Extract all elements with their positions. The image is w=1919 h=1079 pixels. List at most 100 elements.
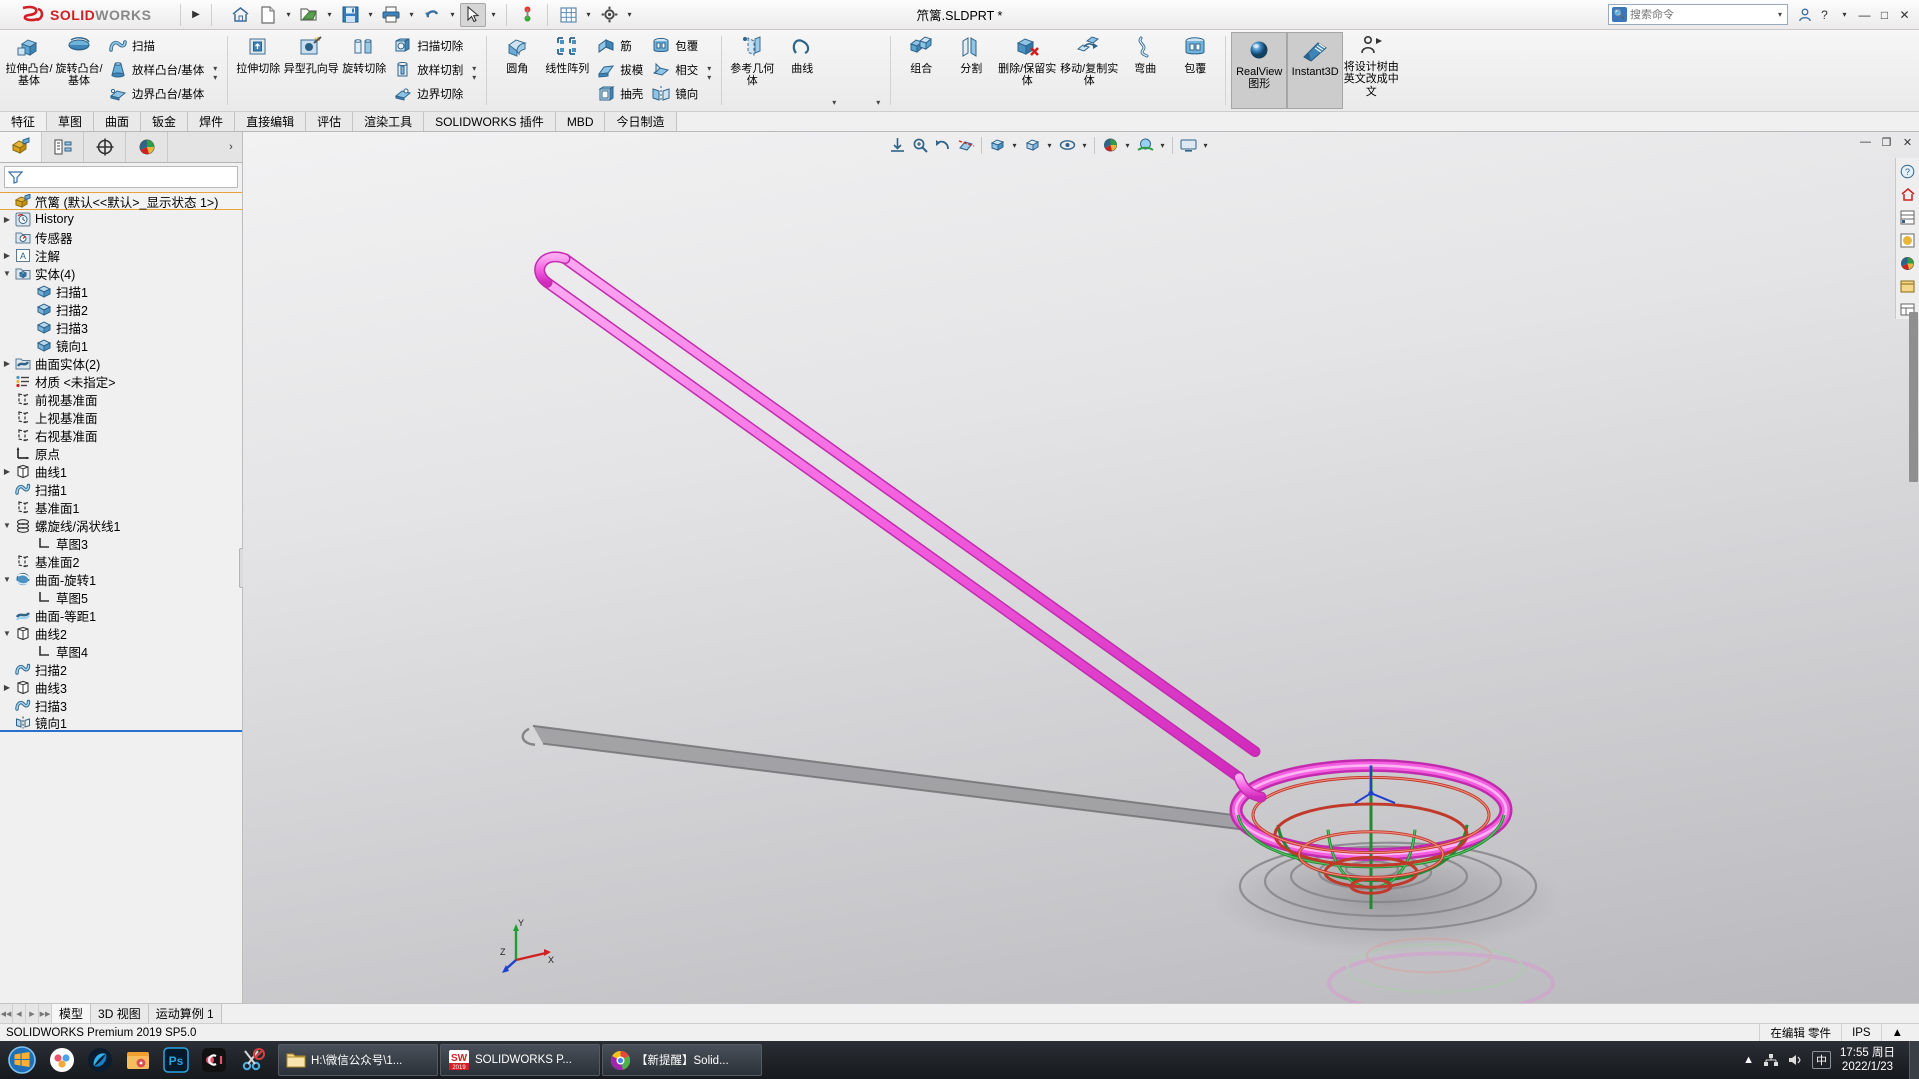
boundary-boss-base-button[interactable]: 边界凸台/基体 [104,82,208,106]
tree-item-15[interactable]: 扫描1 [0,480,242,498]
feature-tree-filter[interactable] [4,166,238,188]
reference-geometry-button[interactable]: 参考几何体 [727,30,777,111]
appearances-dock-icon[interactable] [1898,207,1918,227]
save-caret[interactable]: ▾ [365,3,376,27]
tree-expand-arrow-icon[interactable]: ▶ [0,215,14,224]
edit-appearance-caret[interactable]: ▾ [1122,135,1133,156]
undo-caret[interactable]: ▾ [447,3,458,27]
tray-arrow-icon[interactable]: ▲ [1743,1054,1754,1066]
tree-item-9[interactable]: 材质 <未指定> [0,372,242,390]
status-expand-icon[interactable]: ▲ [1880,1023,1913,1042]
realview-graphics-toggle[interactable]: RealView 图形 [1231,32,1288,109]
search-input[interactable] [1630,8,1775,21]
design-library-dock-icon[interactable] [1898,276,1918,296]
cut-caret-2[interactable]: ▾ [467,73,481,82]
section-view-icon[interactable] [955,135,977,156]
flex-button[interactable]: 弯曲 [1120,30,1170,111]
loft-boss-base-button[interactable]: 放样凸台/基体 [104,58,208,82]
tree-expand-arrow-icon[interactable]: ▶ [0,467,14,476]
tab-sheetmetal[interactable]: 钣金 [141,112,189,131]
tree-collapse-arrow-icon[interactable]: ▼ [0,575,14,584]
view-orientation-caret[interactable]: ▾ [1009,135,1020,156]
taskbar-window-solidworks[interactable]: SW 2019 SOLIDWORKS P... [440,1044,600,1076]
tree-item-13[interactable]: 原点 [0,444,242,462]
mirror-button[interactable]: 镜向 [647,82,702,106]
tab-weldments[interactable]: 焊件 [188,112,236,131]
extrude-cut-button[interactable]: 拉伸切除 [233,30,283,111]
tree-item-2[interactable]: ▶ A 注解 [0,246,242,264]
display-style-caret[interactable]: ▾ [1044,135,1055,156]
gear-caret[interactable]: ▾ [624,3,635,27]
tree-item-16[interactable]: 基准面1 [0,498,242,516]
draft-button[interactable]: 拔模 [592,58,647,82]
show-desktop-button[interactable] [1909,1041,1919,1079]
tree-item-21[interactable]: 草图5 [0,588,242,606]
help-caret-icon[interactable]: ▾ [1836,5,1853,25]
tree-item-28[interactable]: 镜向1 [0,714,242,732]
tray-input-icon[interactable]: 中 [1812,1051,1832,1069]
tree-item-18[interactable]: 草图3 [0,534,242,552]
zoom-area-icon[interactable] [909,135,931,156]
shell-button[interactable]: 抽壳 [592,82,647,106]
tree-collapse-arrow-icon[interactable]: ▼ [0,629,14,638]
tree-item-27[interactable]: 扫描3 [0,696,242,714]
previous-view-icon[interactable] [932,135,954,156]
tree-item-10[interactable]: 前视基准面 [0,390,242,408]
linear-pattern-button[interactable]: 线性阵列 [542,30,592,111]
taskbar-window-explorer[interactable]: H:\微信公众号\1... [278,1044,438,1076]
view-settings-icon[interactable] [1177,135,1199,156]
tree-item-8[interactable]: ▶ 曲面实体(2) [0,354,242,372]
minimize-button[interactable]: — [1856,5,1873,25]
options-grid-icon[interactable] [555,3,581,27]
translate-tree-button[interactable]: 将设计树由英文改成中文 [1343,30,1399,111]
graphics-minimize-button[interactable]: — [1858,134,1873,150]
curves-caret[interactable]: ▾ [871,98,885,107]
instant3d-toggle[interactable]: Instant3D [1287,32,1344,109]
model-3d-view[interactable] [243,132,1919,1003]
tree-item-17[interactable]: ▼ 螺旋线/涡状线1 [0,516,242,534]
tab-solidworks-addins[interactable]: SOLIDWORKS 插件 [424,112,556,131]
start-orb-icon[interactable] [2,1042,42,1078]
tree-root-part[interactable]: 笊篱 (默认<<默认>_显示状态 1>) [0,192,242,210]
tree-item-26[interactable]: ▶ 曲线3 [0,678,242,696]
media-folder-icon[interactable] [120,1042,156,1078]
tab-render-tools[interactable]: 渲染工具 [353,112,425,131]
apply-scene-caret[interactable]: ▾ [1157,135,1168,156]
wps-cloud-icon[interactable] [44,1042,80,1078]
tree-item-3[interactable]: ▼ 实体(4) [0,264,242,282]
hide-show-items-icon[interactable] [1056,135,1078,156]
tree-item-24[interactable]: 草图4 [0,642,242,660]
combine-button[interactable]: 组合 [896,30,946,111]
feature-manager-more-arrow[interactable]: › [220,132,242,162]
sweep-cut-button[interactable]: 扫描切除 [389,34,467,58]
property-manager-tab[interactable] [42,132,84,162]
hole-wizard-button[interactable]: 异型孔向导 [283,30,339,111]
vertical-scrollbar-thumb[interactable] [1909,312,1918,482]
recorder-icon[interactable] [196,1042,232,1078]
display-style-icon[interactable] [1021,135,1043,156]
photoshop-icon[interactable]: Ps [158,1042,194,1078]
new-document-caret[interactable]: ▾ [283,3,294,27]
tab-surfaces[interactable]: 曲面 [94,112,142,131]
help-icon[interactable]: ? [1816,5,1833,25]
tab-nav-next[interactable]: ▶ [26,1004,39,1023]
user-icon[interactable] [1796,5,1813,25]
features-caret-1[interactable]: ▾ [702,64,716,73]
zoom-to-fit-icon[interactable] [886,135,908,156]
tree-item-0[interactable]: ▶ History [0,210,242,228]
tree-item-11[interactable]: 上视基准面 [0,408,242,426]
tree-item-19[interactable]: 基准面2 [0,552,242,570]
tree-collapse-arrow-icon[interactable]: ▼ [0,269,14,278]
maximize-button[interactable]: □ [1876,5,1893,25]
rebuild-icon[interactable] [514,3,540,27]
undo-icon[interactable] [419,3,445,27]
cut-caret-1[interactable]: ▾ [467,64,481,73]
curves-button[interactable]: 曲线 [777,30,827,111]
tree-item-22[interactable]: 曲面-等距1 [0,606,242,624]
tree-item-23[interactable]: ▼ 曲线2 [0,624,242,642]
tab-manufacturing-today[interactable]: 今日制造 [605,112,677,131]
open-document-icon[interactable] [296,3,322,27]
decals-dock-icon[interactable] [1898,253,1918,273]
edit-appearance-icon[interactable] [1099,135,1121,156]
tree-item-5[interactable]: 扫描2 [0,300,242,318]
